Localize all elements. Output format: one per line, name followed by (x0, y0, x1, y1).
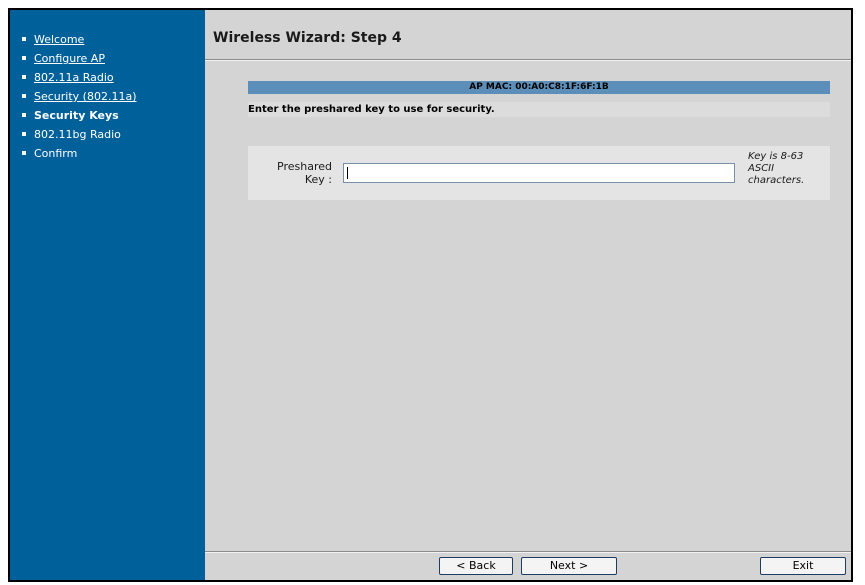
configure-ap-link[interactable]: Configure AP (34, 52, 105, 65)
next-button[interactable]: Next > (521, 557, 617, 575)
text-caret (347, 167, 348, 179)
instruction-text: Enter the preshared key to use for secur… (248, 102, 830, 117)
sidebar-item-security-keys: Security Keys (22, 106, 205, 125)
key-length-hint: Key is 8-63 ASCII characters. (748, 151, 805, 186)
wizard-steps-nav: Welcome Configure AP 802.11a Radio Secur… (10, 30, 205, 163)
wizard-window: Welcome Configure AP 802.11a Radio Secur… (8, 8, 853, 582)
main-panel: Wireless Wizard: Step 4 AP MAC: 00:A0:C8… (205, 10, 851, 580)
80211a-radio-link[interactable]: 802.11a Radio (34, 71, 114, 84)
sidebar: Welcome Configure AP 802.11a Radio Secur… (10, 10, 205, 580)
preshared-key-input[interactable] (343, 163, 735, 183)
sidebar-item-welcome[interactable]: Welcome (22, 30, 205, 49)
title-divider-highlight (205, 60, 851, 61)
sidebar-item-security-80211a[interactable]: Security (802.11a) (22, 87, 205, 106)
sidebar-item-confirm: Confirm (22, 144, 205, 163)
sidebar-item-80211a-radio[interactable]: 802.11a Radio (22, 68, 205, 87)
welcome-link[interactable]: Welcome (34, 33, 84, 46)
ap-mac-bar: AP MAC: 00:A0:C8:1F:6F:1B (248, 81, 830, 94)
preshared-key-label-line1: Preshared (277, 160, 332, 173)
sidebar-item-80211bg-radio: 802.11bg Radio (22, 125, 205, 144)
back-button[interactable]: < Back (439, 557, 513, 575)
preshared-key-label: Preshared Key : (248, 160, 332, 186)
footer-divider-highlight (205, 552, 851, 553)
sidebar-item-configure-ap[interactable]: Configure AP (22, 49, 205, 68)
preshared-key-label-line2: Key : (304, 173, 332, 186)
security-80211a-link[interactable]: Security (802.11a) (34, 90, 136, 103)
page-title: Wireless Wizard: Step 4 (213, 30, 402, 46)
exit-button[interactable]: Exit (760, 557, 846, 575)
preshared-key-form: Preshared Key : Key is 8-63 ASCII charac… (248, 146, 830, 200)
